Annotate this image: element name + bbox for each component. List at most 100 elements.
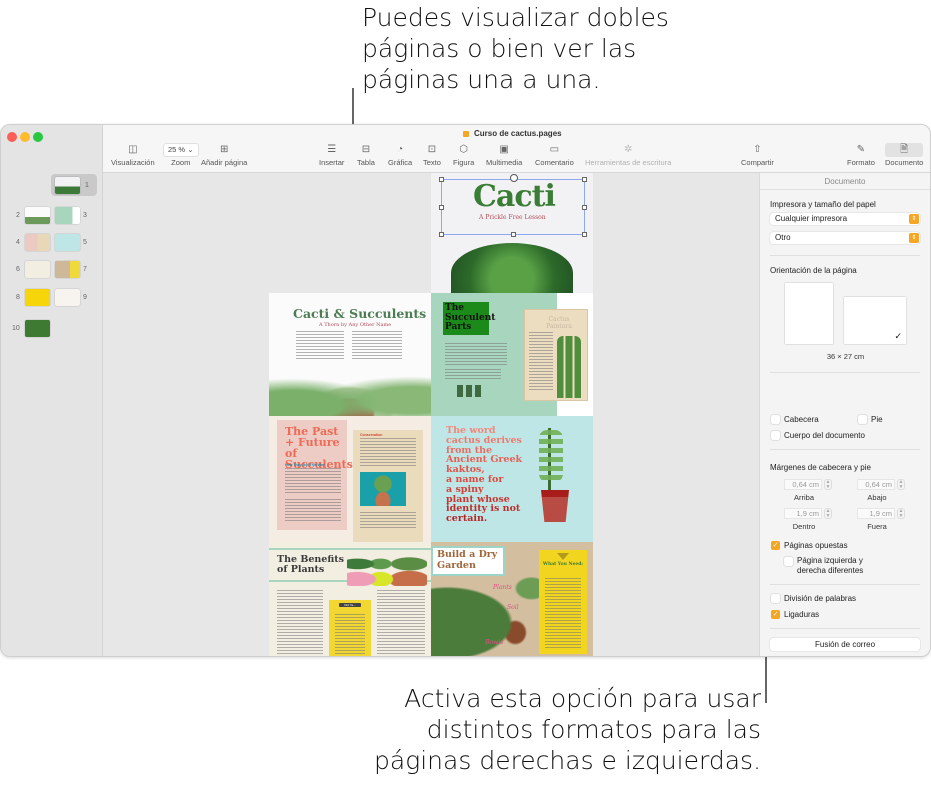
mail-merge-button[interactable]: Fusión de correo (770, 638, 920, 651)
table-label: Tabla (357, 158, 375, 167)
thumbnail-page-9[interactable] (55, 289, 80, 306)
sidebar-view-icon: ◫ (128, 144, 138, 155)
ligatures-checkbox[interactable]: ✓ (771, 610, 780, 619)
thumbnail-page-7[interactable] (55, 261, 80, 278)
text-selection-box[interactable] (439, 174, 587, 237)
facing-pages-label: Páginas opuestas (784, 541, 848, 550)
resize-handle[interactable] (439, 205, 444, 210)
margins-section-label: Márgenes de cabecera y pie (770, 463, 871, 472)
comment-button[interactable]: ▭ Comentario (535, 143, 574, 167)
page-1[interactable]: Cacti A Prickle Free Lesson (431, 173, 593, 293)
margin-label: Abajo (867, 493, 887, 502)
portrait-orientation-option[interactable] (785, 283, 833, 344)
resize-handle[interactable] (582, 232, 587, 237)
close-window-button[interactable] (7, 132, 17, 142)
page-7[interactable]: Build a Dry Garden What You Need: Plants… (431, 542, 593, 656)
zoom-button[interactable]: 25 % ⌄ Zoom (163, 143, 199, 167)
thumbnail-page-8[interactable] (25, 289, 50, 306)
stepper-arrows-icon[interactable]: ▲ ▼ (897, 479, 905, 490)
format-label: Formato (847, 158, 875, 167)
thumbnail-page-2[interactable] (25, 207, 50, 224)
page-2-title: Cacti & Succulents (293, 306, 427, 321)
margin-value[interactable]: 0,64 cm (857, 479, 895, 490)
box-text (335, 614, 365, 654)
text-box-icon: ⊡ (427, 144, 437, 155)
hyphenation-checkbox[interactable] (771, 594, 780, 603)
media-button[interactable]: ▣ Multimedia (486, 143, 522, 167)
landscape-orientation-option[interactable]: ✓ (844, 297, 906, 344)
callout-spread-view: Puedes visualizar dobles páginas o bien … (362, 3, 669, 94)
resize-handle[interactable] (511, 232, 516, 237)
page-4[interactable]: The Past + Future of Succulents How They… (269, 416, 431, 542)
view-button[interactable]: ◫ Visualización (111, 143, 155, 167)
different-left-right-checkbox[interactable] (784, 557, 793, 566)
facing-pages-checkbox[interactable]: ✓ (771, 541, 780, 550)
thumbnail-number: 3 (83, 212, 87, 219)
divider (770, 449, 920, 450)
zoom-popup[interactable]: 25 % ⌄ (163, 143, 199, 157)
stepper-arrows-icon[interactable]: ▲ ▼ (824, 508, 832, 519)
minimize-window-button[interactable] (20, 132, 30, 142)
document-title: Curso de cactus.pages (463, 129, 562, 138)
zoom-window-button[interactable] (33, 132, 43, 142)
divider (770, 584, 920, 585)
table-button[interactable]: ⊟ Tabla (357, 143, 375, 167)
text-label: Texto (423, 158, 441, 167)
shape-button[interactable]: ⬡ Figura (453, 143, 474, 167)
writing-tools-button[interactable]: ✲ Herramientas de escritura (585, 143, 671, 167)
page-5[interactable]: The word cactus derives from the Ancient… (431, 416, 593, 542)
thumbnail-number: 5 (83, 239, 87, 246)
label-soil: Soil (507, 604, 519, 611)
add-page-button[interactable]: ⊞ Añadir página (201, 143, 247, 167)
document-canvas[interactable]: Cacti A Prickle Free Lesson Cacti & Succ… (103, 173, 759, 656)
resize-handle[interactable] (439, 177, 444, 182)
page-6[interactable]: The Benefits of Plants Did Ya... (269, 542, 431, 656)
body-checkbox[interactable] (771, 431, 780, 440)
text-button[interactable]: ⊡ Texto (423, 143, 441, 167)
thumbnail-page-10[interactable] (25, 320, 50, 337)
share-icon: ⇧ (753, 144, 762, 155)
label-line: Página izquierda y (797, 556, 863, 565)
outside-margin-stepper[interactable]: 1,9 cm ▲ ▼ (857, 508, 907, 519)
format-button[interactable]: ✎ Formato (847, 143, 875, 167)
page-2[interactable]: Cacti & Succulents A Thorn by Any Other … (269, 293, 431, 416)
resize-handle[interactable] (582, 205, 587, 210)
margin-value[interactable]: 0,64 cm (784, 479, 822, 490)
thumbnail-page-5[interactable] (55, 234, 80, 251)
thumbnail-page-1[interactable] (55, 177, 80, 194)
margin-value[interactable]: 1,9 cm (784, 508, 822, 519)
did-you-know-box: Did Ya... (329, 600, 371, 656)
insert-label: Insertar (319, 158, 345, 167)
footer-checkbox[interactable] (858, 415, 867, 424)
printer-select[interactable]: Cualquier impresora ⇕ (770, 213, 920, 225)
header-checkbox[interactable] (771, 415, 780, 424)
share-button[interactable]: ⇧ Compartir (741, 143, 774, 167)
thumbnail-page-4[interactable] (25, 234, 50, 251)
document-button[interactable]: 🗎 Documento (885, 143, 923, 167)
stepper-arrows-icon[interactable]: ▲ ▼ (897, 508, 905, 519)
body-text (277, 590, 323, 654)
thumbnail-page-3[interactable] (55, 207, 80, 224)
inside-margin-stepper[interactable]: 1,9 cm ▲ ▼ (784, 508, 834, 519)
margin-value[interactable]: 1,9 cm (857, 508, 895, 519)
paper-size-select[interactable]: Otro ⇕ (770, 232, 920, 244)
footer-bottom-margin-stepper[interactable]: 0,64 cm ▲ ▼ (857, 479, 907, 490)
stepper-arrows-icon[interactable]: ▲ ▼ (824, 479, 832, 490)
paper-size-value: Otro (775, 233, 791, 242)
thumbnail-page-6[interactable] (25, 261, 50, 278)
zoom-value-wrap: 25 % ⌄ (163, 143, 199, 157)
chart-label: Gráfica (388, 158, 413, 167)
insert-button[interactable]: ☰ Insertar (319, 143, 344, 167)
chart-button[interactable]: ◔ Gráfica (388, 143, 412, 167)
body-checkbox-label: Cuerpo del documento (784, 431, 865, 440)
rotate-handle[interactable] (510, 174, 518, 182)
add-page-label: Añadir página (201, 158, 248, 167)
inspector-tab-document[interactable]: Documento (760, 173, 930, 190)
chevron-updown-icon: ⇕ (909, 233, 919, 243)
page-7-title: Build a Dry Garden (437, 549, 498, 571)
page-3[interactable]: The Succulent Parts Cactus Paintura (431, 293, 593, 416)
succulent-photo (269, 363, 431, 416)
resize-handle[interactable] (582, 177, 587, 182)
resize-handle[interactable] (439, 232, 444, 237)
header-top-margin-stepper[interactable]: 0,64 cm ▲ ▼ (784, 479, 834, 490)
